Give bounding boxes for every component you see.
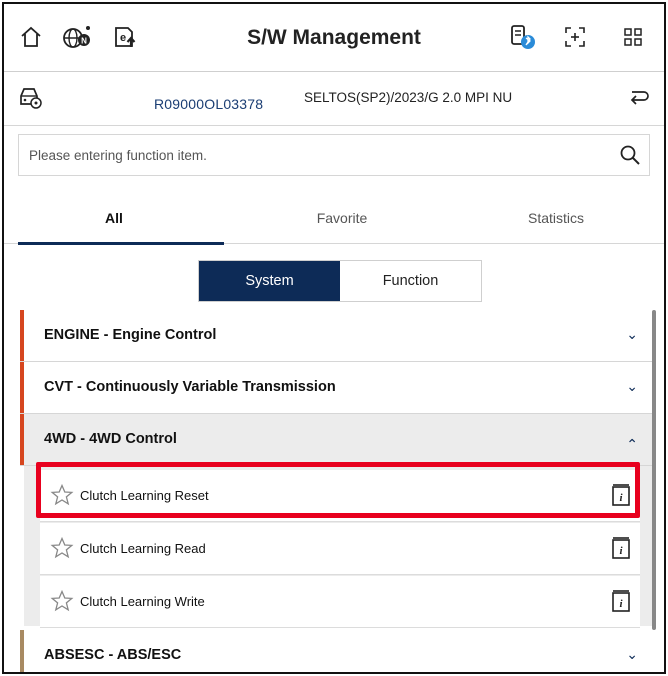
system-list: ENGINE - Engine Control ⌄ CVT - Continuo…: [20, 310, 652, 672]
grid-menu-icon[interactable]: [618, 22, 648, 52]
category-4wd[interactable]: 4WD - 4WD Control ⌃: [20, 414, 652, 466]
category-accent-bar: [20, 362, 24, 413]
vehicle-model: SELTOS(SP2)/2023/G 2.0 MPI NU: [304, 90, 513, 105]
svg-text:i: i: [619, 598, 623, 610]
tab-favorite[interactable]: Favorite: [232, 192, 452, 244]
star-icon[interactable]: [50, 589, 74, 613]
search-box: [18, 134, 650, 176]
chevron-up-icon: ⌃: [626, 436, 638, 452]
back-return-icon[interactable]: [628, 86, 650, 113]
screen-capture-icon[interactable]: [560, 22, 590, 52]
category-label: ABSESC - ABS/ESC: [44, 647, 182, 663]
vehicle-info-bar: R09000OL03378 SELTOS(SP2)/2023/G 2.0 MPI…: [4, 72, 664, 126]
svg-text:i: i: [619, 545, 623, 557]
function-label: Clutch Learning Write: [80, 594, 205, 609]
chevron-down-icon: ⌄: [626, 646, 638, 662]
search-input[interactable]: [29, 135, 599, 175]
info-icon[interactable]: i: [612, 484, 630, 506]
star-icon[interactable]: [50, 483, 74, 507]
vehicle-settings-icon[interactable]: [18, 84, 44, 117]
category-label: 4WD - 4WD Control: [44, 431, 177, 447]
star-icon[interactable]: [50, 536, 74, 560]
segment-function[interactable]: Function: [340, 261, 481, 301]
svg-text:i: i: [619, 492, 623, 504]
chevron-down-icon: ⌄: [626, 378, 638, 394]
category-accent-bar: [20, 630, 24, 672]
info-icon[interactable]: i: [612, 590, 630, 612]
category-accent-bar: [20, 414, 24, 465]
category-cvt[interactable]: CVT - Continuously Variable Transmission…: [20, 362, 652, 414]
info-icon[interactable]: i: [612, 537, 630, 559]
function-label: Clutch Learning Reset: [80, 488, 209, 503]
chevron-down-icon: ⌄: [626, 326, 638, 342]
category-engine[interactable]: ENGINE - Engine Control ⌄: [20, 310, 652, 362]
search-icon[interactable]: [619, 144, 641, 171]
tab-bar: All Favorite Statistics: [4, 192, 664, 245]
vehicle-vin: R09000OL03378: [154, 96, 264, 112]
function-label: Clutch Learning Read: [80, 541, 206, 556]
bluetooth-vci-icon[interactable]: [508, 22, 538, 52]
function-item[interactable]: Clutch Learning Read i: [40, 523, 640, 575]
tab-all[interactable]: All: [4, 192, 224, 245]
category-label: CVT - Continuously Variable Transmission: [44, 379, 336, 395]
top-header: N e S/W Management: [4, 4, 664, 72]
segment-system[interactable]: System: [199, 261, 340, 301]
list-scrollbar[interactable]: [652, 310, 656, 630]
function-item[interactable]: Clutch Learning Reset i: [40, 470, 640, 522]
tab-statistics[interactable]: Statistics: [446, 192, 664, 244]
function-item[interactable]: Clutch Learning Write i: [40, 576, 640, 628]
category-absesc[interactable]: ABSESC - ABS/ESC ⌄: [20, 630, 652, 672]
category-label: ENGINE - Engine Control: [44, 327, 217, 343]
view-toggle: System Function: [198, 260, 482, 302]
category-accent-bar: [20, 310, 24, 361]
app-frame: N e S/W Management R09000OL03378 SELTOS(…: [2, 2, 666, 674]
